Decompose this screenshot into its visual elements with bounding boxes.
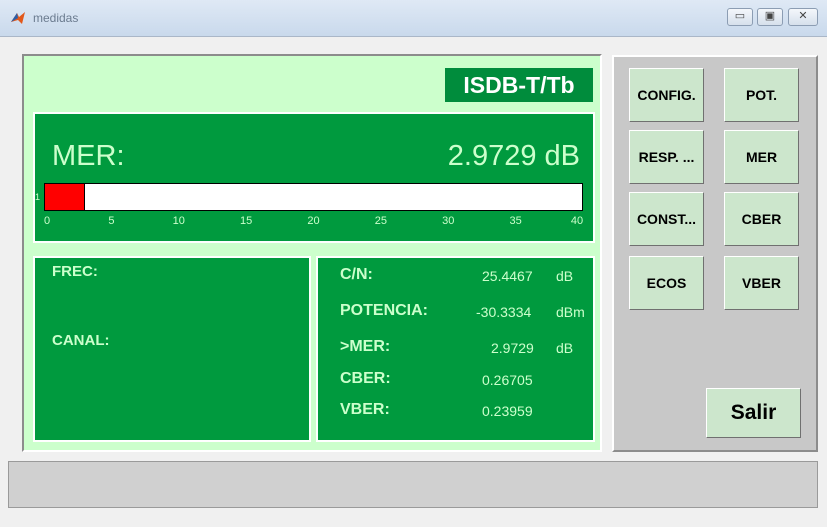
- cber-value: 0.26705: [482, 372, 533, 388]
- mer-button[interactable]: MER: [724, 130, 799, 184]
- salir-button[interactable]: Salir: [706, 388, 801, 438]
- tick-label: 0: [43, 215, 51, 227]
- tick-label: 15: [240, 215, 253, 227]
- minimize-icon: ▭: [734, 10, 746, 22]
- mer-bar-fill: [45, 184, 85, 210]
- tick-label: 10: [172, 215, 185, 227]
- potencia-value: -30.3334: [476, 304, 532, 320]
- config-button[interactable]: CONFIG.: [629, 68, 704, 122]
- tick-label: 5: [108, 215, 115, 227]
- minimize-button[interactable]: ▭: [727, 8, 753, 26]
- tick-label: 35: [509, 215, 522, 227]
- title-bar: medidas ▭ ▣ ✕: [0, 0, 827, 37]
- window-title: medidas: [33, 11, 79, 25]
- mer-value: 2.9729 dB: [447, 140, 580, 172]
- mer-label: MER:: [52, 140, 125, 172]
- vber-value: 0.23959: [482, 403, 533, 419]
- cn-value: 25.4467: [482, 268, 533, 284]
- close-button[interactable]: ✕: [788, 8, 818, 26]
- vber-button[interactable]: VBER: [724, 256, 799, 310]
- cn-label: C/N:: [340, 266, 373, 283]
- mer-measure-value: 2.9729: [491, 340, 534, 356]
- tick-label: 40: [570, 215, 584, 227]
- vber-label: VBER:: [340, 401, 390, 418]
- mer-bar: [44, 183, 583, 211]
- matlab-icon: [11, 12, 25, 24]
- tick-label: 30: [442, 215, 455, 227]
- potencia-label: POTENCIA:: [340, 302, 428, 319]
- bar-marker-label: 1: [35, 192, 41, 202]
- pot-button[interactable]: POT.: [724, 68, 799, 122]
- cn-unit: dB: [556, 268, 574, 284]
- maximize-icon: ▣: [764, 10, 776, 22]
- status-bar: [8, 461, 818, 508]
- potencia-unit: dBm: [556, 304, 585, 320]
- mer-measure-unit: dB: [556, 340, 574, 356]
- tick-label: 20: [307, 215, 320, 227]
- frec-label: FREC:: [52, 263, 98, 280]
- ecos-button[interactable]: ECOS: [629, 256, 704, 310]
- frequency-panel: [33, 256, 311, 442]
- canal-label: CANAL:: [52, 332, 110, 349]
- cber-button[interactable]: CBER: [724, 192, 799, 246]
- maximize-button[interactable]: ▣: [757, 8, 783, 26]
- tick-label: 25: [374, 215, 387, 227]
- standard-label: ISDB-T/Tb: [445, 68, 593, 102]
- close-icon: ✕: [798, 10, 808, 22]
- cber-label: CBER:: [340, 370, 391, 387]
- resp-button[interactable]: RESP. ...: [629, 130, 704, 184]
- const-button[interactable]: CONST...: [629, 192, 704, 246]
- mer-measure-label: >MER:: [340, 338, 391, 355]
